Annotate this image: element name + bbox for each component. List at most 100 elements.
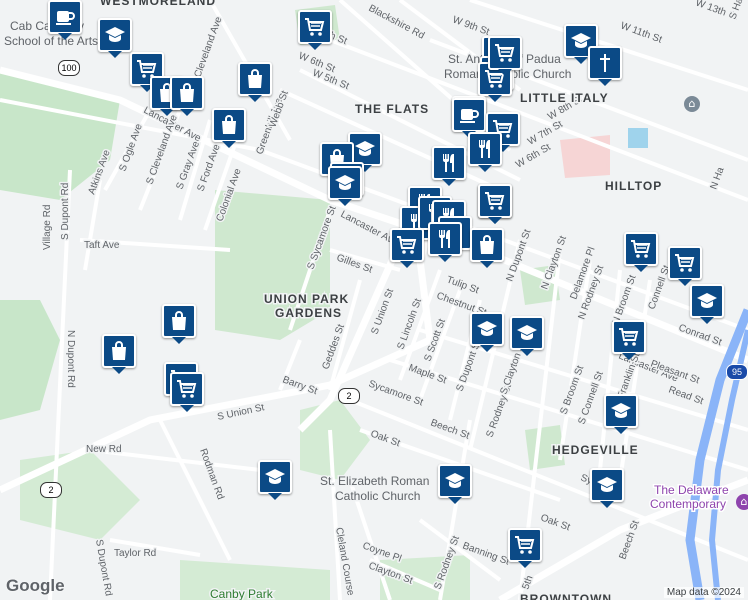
- street-label: New Rd: [86, 444, 122, 455]
- map-marker-school[interactable]: [604, 394, 638, 434]
- school-icon: [333, 171, 357, 195]
- map-marker-school[interactable]: [258, 460, 292, 500]
- map-marker-grocery-cart[interactable]: [170, 372, 204, 412]
- map-marker-grocery-cart[interactable]: [624, 232, 658, 272]
- map-marker-restaurant[interactable]: [432, 146, 466, 186]
- street-label: W 11th St: [619, 20, 664, 45]
- map-marker-school[interactable]: [328, 166, 362, 206]
- map-marker-place-of-worship[interactable]: [588, 46, 622, 86]
- street-label: Oak St: [539, 512, 572, 533]
- cafe-icon: [53, 5, 77, 29]
- google-logo: Google: [6, 576, 65, 595]
- map-marker-grocery-cart[interactable]: [390, 228, 424, 268]
- neighborhood-label: UNION PARK: [264, 292, 349, 306]
- map-marker-grocery-cart[interactable]: [508, 528, 542, 568]
- school-icon: [609, 399, 633, 423]
- school-icon: [103, 23, 127, 47]
- shopping-bag-icon: [107, 339, 131, 363]
- street-label: N Ha: [708, 165, 726, 191]
- poi-label: Canby Park: [210, 587, 274, 600]
- route-shield: 95: [726, 364, 748, 380]
- poi-label: School of the Arts: [4, 34, 98, 48]
- restaurant-icon: [433, 227, 457, 251]
- map-marker-school[interactable]: [438, 464, 472, 504]
- map-marker-shopping-bag[interactable]: [170, 76, 204, 116]
- grocery-cart-icon: [617, 325, 641, 349]
- map-marker-grocery-cart[interactable]: [488, 36, 522, 76]
- street-label: Sycamore St: [367, 378, 425, 408]
- neighborhood-label: HILLTOP: [605, 179, 662, 193]
- street-label: S Dupont Rd: [60, 183, 71, 240]
- museum-icon: ⌂: [736, 494, 748, 510]
- shopping-bag-icon: [475, 233, 499, 257]
- map-marker-school[interactable]: [690, 284, 724, 324]
- map-marker-school[interactable]: [470, 312, 504, 352]
- grocery-cart-icon: [629, 237, 653, 261]
- shopping-bag-icon: [175, 81, 199, 105]
- school-icon: [695, 289, 719, 313]
- neighborhood-label: HEDGEVILLE: [552, 443, 639, 457]
- school-icon: [595, 473, 619, 497]
- street-label: Taft Ave: [84, 240, 120, 251]
- restaurant-icon: [473, 137, 497, 161]
- shopping-bag-icon: [243, 67, 267, 91]
- shopping-bag-icon: [217, 113, 241, 137]
- street-label: Rodman Rd: [197, 447, 226, 501]
- neighborhood-label: GARDENS: [275, 306, 342, 320]
- map-marker-grocery-cart[interactable]: [298, 10, 332, 50]
- map-marker-grocery-cart[interactable]: [612, 320, 646, 360]
- grocery-cart-icon: [303, 15, 327, 39]
- map-marker-school[interactable]: [590, 468, 624, 508]
- street-label: Beech St: [617, 519, 641, 561]
- street-label: N Dupont Rd: [65, 330, 76, 388]
- street-label: S Dupont Rd: [93, 539, 114, 597]
- map-marker-grocery-cart[interactable]: [478, 184, 512, 224]
- school-icon: [515, 321, 539, 345]
- map-marker-shopping-bag[interactable]: [212, 108, 246, 148]
- route-shield: 2: [338, 388, 360, 404]
- poi-label: The Delaware: [654, 483, 729, 497]
- street-label: Oak St: [369, 428, 402, 449]
- neighborhood-label: THE FLATS: [355, 102, 429, 116]
- restaurant-icon: [437, 151, 461, 175]
- street-label: Village Rd: [42, 205, 53, 250]
- school-icon: [475, 317, 499, 341]
- map-marker-restaurant[interactable]: [468, 132, 502, 172]
- place-of-worship-icon: [593, 51, 617, 75]
- route-shield: 100: [58, 60, 80, 76]
- school-icon: [443, 469, 467, 493]
- neighborhood-label: BROWNTOWN: [520, 592, 612, 600]
- route-shield: 2: [40, 482, 62, 498]
- street-label: S Ogle Ave: [117, 122, 145, 173]
- map-attribution[interactable]: Map data ©2024: [663, 587, 744, 598]
- street-label: Blackshire Rd: [367, 3, 427, 42]
- map-marker-shopping-bag[interactable]: [238, 62, 272, 102]
- poi-label: St. Elizabeth Roman: [320, 474, 429, 488]
- poi-label: Contemporary: [650, 497, 726, 511]
- grocery-cart-icon: [513, 533, 537, 557]
- map-marker-cafe[interactable]: [452, 98, 486, 138]
- street-label: Read St: [667, 384, 705, 407]
- map-canvas[interactable]: W 9th St W 11th St W 13th St Blackshire …: [0, 0, 748, 600]
- grocery-cart-icon: [395, 233, 419, 257]
- grocery-cart-icon: [483, 189, 507, 213]
- street-label: Taylor Rd: [114, 548, 156, 559]
- map-marker-shopping-bag[interactable]: [102, 334, 136, 374]
- map-marker-shopping-bag[interactable]: [162, 304, 196, 344]
- grocery-cart-icon: [673, 251, 697, 275]
- grocery-cart-icon: [175, 377, 199, 401]
- map-marker-restaurant[interactable]: [428, 222, 462, 262]
- poi-label: Catholic Church: [335, 489, 420, 503]
- map-marker-school[interactable]: [98, 18, 132, 58]
- cafe-icon: [457, 103, 481, 127]
- map-marker-shopping-bag[interactable]: [470, 228, 504, 268]
- street-label: Tulip St: [445, 274, 480, 296]
- map-marker-grocery-cart[interactable]: [668, 246, 702, 286]
- map-marker-cafe[interactable]: [48, 0, 82, 40]
- shopping-bag-icon: [167, 309, 191, 333]
- grocery-cart-icon: [493, 41, 517, 65]
- street-label: W 9th St: [451, 14, 491, 38]
- street-label: S Ha: [727, 0, 745, 21]
- school-icon: [263, 465, 287, 489]
- map-marker-school[interactable]: [510, 316, 544, 356]
